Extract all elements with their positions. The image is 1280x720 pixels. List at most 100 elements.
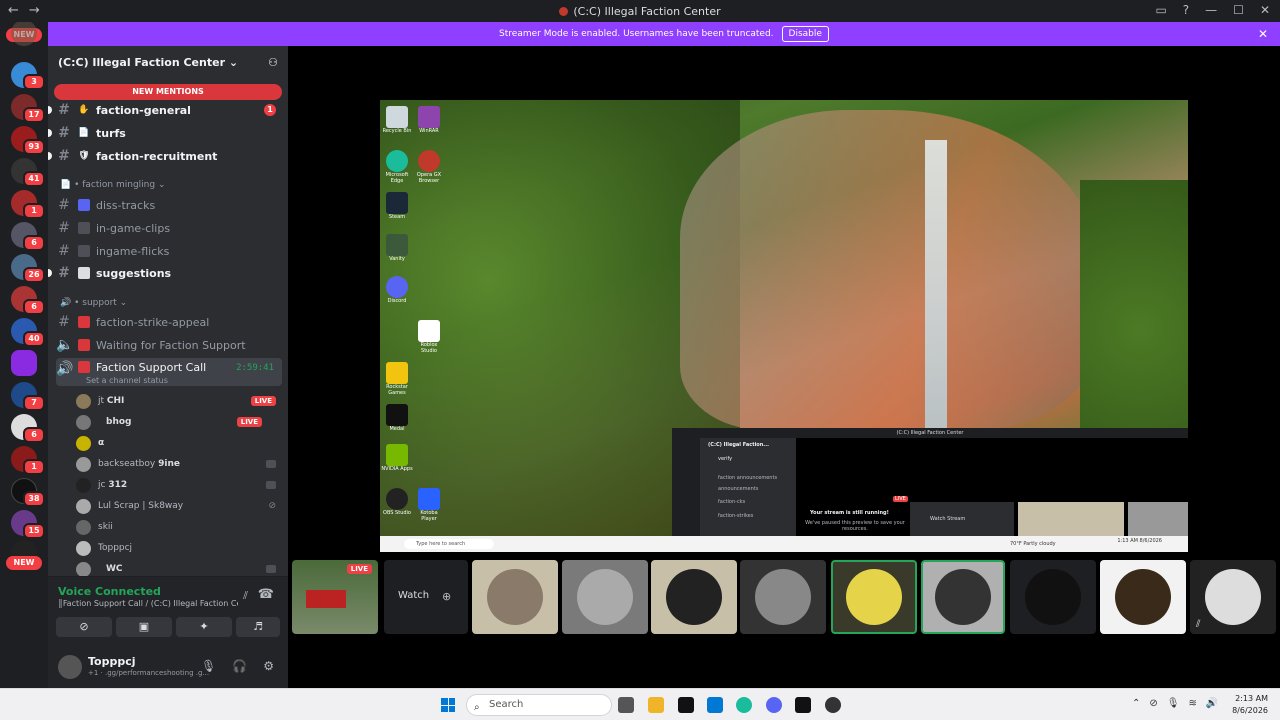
participant-tile[interactable]	[651, 560, 737, 634]
participant-tile[interactable]	[562, 560, 648, 634]
channel-status[interactable]: Set a channel status	[86, 376, 168, 385]
participant-tile[interactable]	[1100, 560, 1186, 634]
voice-user[interactable]: skii	[76, 518, 282, 536]
voice-user[interactable]: Lul Scrap | Sk8way ⊘	[76, 497, 282, 515]
new-unreads-pill-bottom[interactable]: NEW	[6, 556, 42, 570]
soundboard-button[interactable]: ♬	[236, 617, 280, 637]
sos-icon	[78, 339, 90, 351]
roblox-studio-icon[interactable]	[418, 320, 440, 342]
channel-faction-general[interactable]: # ✋ faction-general 1	[48, 100, 282, 120]
task-view-icon[interactable]	[618, 697, 634, 713]
music-icon	[78, 199, 90, 211]
voice-status[interactable]: Voice Connected	[58, 585, 161, 598]
minimize-button[interactable]: —	[1205, 3, 1217, 17]
voice-user[interactable]: jc 312	[76, 476, 282, 494]
disable-button[interactable]: Disable	[781, 26, 829, 42]
voice-user[interactable]: bhog LIVE	[76, 413, 282, 431]
inbox-icon[interactable]: ▭	[1155, 3, 1166, 17]
activities-button[interactable]: ✦	[176, 617, 232, 637]
stream-view[interactable]: Recycle Bin WinRAR Microsoft Edge Opera …	[380, 100, 1188, 552]
terminal-icon[interactable]	[678, 697, 694, 713]
network-off-icon[interactable]: ⊘	[1149, 698, 1157, 709]
medal-icon[interactable]	[795, 697, 811, 713]
username[interactable]: Topppcj	[88, 655, 136, 668]
taskbar-clock[interactable]: 2:13 AM 8/6/2026	[1232, 693, 1268, 717]
nvidia-icon[interactable]	[386, 444, 408, 466]
notepad-icon	[78, 267, 90, 279]
desktop-icon-label: WinRAR	[419, 128, 439, 134]
server-icon[interactable]	[11, 350, 37, 376]
wifi-icon[interactable]: ≋	[1188, 698, 1196, 709]
share-screen-button[interactable]: ▣	[116, 617, 172, 637]
obs-icon[interactable]	[386, 488, 408, 510]
channel-faction-recruitment[interactable]: # 🛡 faction-recruitment	[48, 146, 282, 166]
gear-icon[interactable]: ⚙	[263, 659, 274, 673]
volume-icon[interactable]: 🔊	[1206, 698, 1218, 709]
participant-tile[interactable]: ⫽	[1190, 560, 1276, 634]
voice-user[interactable]: α	[76, 434, 282, 452]
microphone-icon[interactable]: 🎙	[1167, 698, 1180, 709]
category-faction-mingling[interactable]: 📄 • faction mingling ⌄	[60, 180, 166, 190]
popout-icon[interactable]: ⊕	[442, 590, 451, 603]
category-support[interactable]: 🔊 • support ⌄	[60, 298, 127, 308]
participant-tile[interactable]	[472, 560, 558, 634]
discord-icon[interactable]	[386, 276, 408, 298]
channel-ingame-flicks[interactable]: # ingame-flicks	[56, 241, 282, 261]
steam-icon[interactable]	[386, 192, 408, 214]
help-icon[interactable]: ?	[1183, 3, 1189, 17]
watch-stream-tile[interactable]: Watch ⊕	[384, 560, 468, 634]
channel-faction-strike-appeal[interactable]: # faction-strike-appeal	[56, 312, 282, 332]
participant-tile-speaking[interactable]	[831, 560, 917, 634]
opera-icon[interactable]	[418, 150, 440, 172]
edge-icon[interactable]	[386, 150, 408, 172]
edge-icon[interactable]	[736, 697, 752, 713]
voice-user[interactable]: backseatboy 9ine	[76, 455, 282, 473]
noise-suppression-icon[interactable]: ⫽	[243, 589, 248, 603]
channel-suggestions[interactable]: # suggestions	[48, 263, 282, 283]
new-mentions-bar[interactable]: NEW MENTIONS	[54, 84, 282, 100]
store-icon[interactable]	[707, 697, 723, 713]
medal-icon[interactable]	[386, 404, 408, 426]
stream-tile-live[interactable]: LIVE	[292, 560, 378, 634]
channel-diss-tracks[interactable]: # diss-tracks	[56, 195, 282, 215]
taskbar-search[interactable]: ⌕ Search	[466, 694, 612, 716]
channel-faction-support-call[interactable]: 🔊 Faction Support Call 2:59:41 Set a cha…	[56, 358, 282, 386]
close-button[interactable]: ✕	[1260, 3, 1270, 17]
speaker-icon: 🔈	[56, 337, 74, 353]
avatar	[76, 498, 91, 514]
stream-server-name: (C:C) Illegal Faction...	[708, 442, 769, 448]
voice-user[interactable]: Topppcj	[76, 539, 282, 557]
participant-tile-speaking[interactable]	[921, 560, 1005, 634]
channel-in-game-clips[interactable]: # in-game-clips	[56, 218, 282, 238]
desktop-icon-label: Discord	[387, 298, 407, 304]
recycle-bin-icon[interactable]	[386, 106, 408, 128]
server-icon[interactable]	[11, 22, 37, 46]
file-explorer-icon[interactable]	[648, 697, 664, 713]
disconnect-icon[interactable]: ☎	[258, 587, 274, 602]
headphones-icon[interactable]: 🎧	[232, 659, 247, 673]
obs-icon[interactable]	[825, 697, 841, 713]
voice-user[interactable]: jt CHI LIVE	[76, 392, 282, 410]
participant-tile[interactable]	[1010, 560, 1096, 634]
server-header[interactable]: (C:C) Illegal Faction Center ⌄ ⚇	[48, 46, 288, 78]
close-icon[interactable]: ✕	[1258, 27, 1268, 41]
kotoba-player-icon[interactable]	[418, 488, 440, 510]
winrar-icon[interactable]	[418, 106, 440, 128]
start-button[interactable]	[441, 698, 455, 712]
avatar[interactable]	[58, 655, 82, 679]
participant-tile[interactable]	[740, 560, 826, 634]
microphone-icon[interactable]: 🎙	[201, 659, 216, 673]
channel-turfs[interactable]: # 📄 turfs	[48, 123, 282, 143]
camera-off-button[interactable]: ⊘	[56, 617, 112, 637]
add-member-icon[interactable]: ⚇	[268, 56, 278, 78]
maximize-button[interactable]: ☐	[1233, 3, 1244, 17]
rockstar-icon[interactable]	[386, 362, 408, 384]
voice-channel-link[interactable]: ║Faction Support Call / (C:C) Illegal Fa…	[58, 599, 238, 608]
discord-icon[interactable]	[766, 697, 782, 713]
hash-icon: #	[58, 220, 70, 236]
avatar	[577, 569, 633, 625]
vanity-icon[interactable]	[386, 234, 408, 256]
server-badge: 6	[23, 299, 45, 315]
chevron-up-icon[interactable]: ⌃	[1132, 698, 1140, 709]
channel-waiting-for-faction-support[interactable]: 🔈 Waiting for Faction Support	[56, 335, 282, 355]
